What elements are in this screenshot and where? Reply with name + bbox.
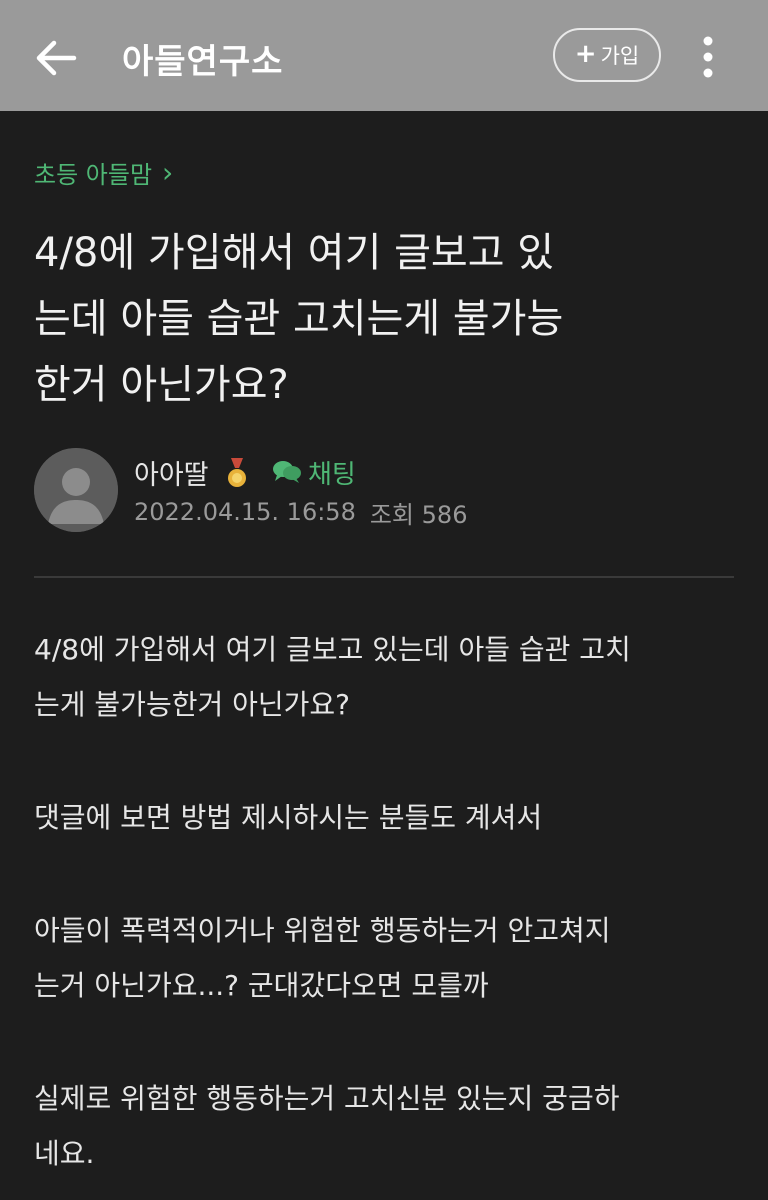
body-line: 는게 불가능한거 아닌가요?: [34, 688, 351, 721]
views-value: 586: [421, 500, 468, 529]
post-title-line: 한거 아닌가요?: [34, 362, 289, 408]
views-count: 조회 586: [370, 495, 468, 530]
chat-button[interactable]: 채팅: [272, 452, 356, 492]
body-paragraph: 아들이 폭력적이거나 위험한 행동하는거 안고쳐지 는거 아닌가요...? 군대…: [34, 903, 734, 1013]
body-line: 아들이 폭력적이거나 위험한 행동하는거 안고쳐지: [34, 914, 611, 947]
post-title: 4/8에 가입해서 여기 글보고 있 는데 아들 습관 고치는게 불가능 한거 …: [34, 220, 724, 418]
more-options-button[interactable]: [688, 32, 728, 82]
body-line: 4/8에 가입해서 여기 글보고 있는데 아들 습관 고치: [34, 633, 631, 666]
author-info: 아아딸 채팅 2022.04.15. 16:58 조회 586: [34, 448, 734, 536]
back-button[interactable]: [28, 30, 84, 86]
body-line: 댓글에 보면 방법 제시하시는 분들도 계셔서: [34, 801, 543, 834]
avatar[interactable]: [34, 448, 118, 532]
arrow-left-icon: [36, 40, 77, 76]
top-app-bar: 아들연구소 + 가입: [0, 0, 768, 111]
join-label: 가입: [600, 44, 640, 68]
chevron-right-icon: ›: [162, 155, 174, 189]
views-label: 조회: [369, 500, 415, 529]
chat-bubbles-icon: [273, 461, 301, 483]
post-title-line: 는데 아들 습관 고치는게 불가능: [34, 296, 564, 342]
post-meta: 2022.04.15. 16:58 조회 586: [134, 492, 467, 532]
board-breadcrumb[interactable]: 초등 아들맘 ›: [34, 150, 173, 194]
divider: [34, 576, 734, 578]
plus-icon: +: [574, 39, 597, 69]
body-line: 네요.: [34, 1137, 95, 1170]
body-paragraph: 실제로 위험한 행동하는거 고치신분 있는지 궁금하 네요.: [34, 1071, 734, 1181]
join-button[interactable]: + 가입: [553, 28, 661, 82]
body-paragraph: 댓글에 보면 방법 제시하시는 분들도 계셔서: [34, 790, 734, 845]
post-title-line: 4/8에 가입해서 여기 글보고 있: [34, 230, 555, 276]
body-paragraph: 4/8에 가입해서 여기 글보고 있는데 아들 습관 고치 는게 불가능한거 아…: [34, 622, 734, 732]
author-name[interactable]: 아아딸: [134, 452, 209, 492]
default-profile-icon: [34, 448, 118, 532]
body-line: 실제로 위험한 행동하는거 고치신분 있는지 궁금하: [34, 1082, 620, 1115]
chat-label: 채팅: [308, 459, 356, 490]
board-name: 초등 아들맘: [34, 160, 153, 189]
app-screen: 아들연구소 + 가입 초등 아들맘 › 4/8에 가입해서 여기 글보고 있 는…: [0, 0, 768, 1200]
post-body: 4/8에 가입해서 여기 글보고 있는데 아들 습관 고치 는게 불가능한거 아…: [34, 622, 734, 1200]
vertical-dots-icon: [703, 36, 713, 78]
medal-icon: [228, 458, 246, 487]
post-date: 2022.04.15. 16:58: [134, 498, 356, 526]
cafe-title[interactable]: 아들연구소: [122, 30, 283, 86]
body-line: 는거 아닌가요...? 군대갔다오면 모를까: [34, 969, 489, 1002]
